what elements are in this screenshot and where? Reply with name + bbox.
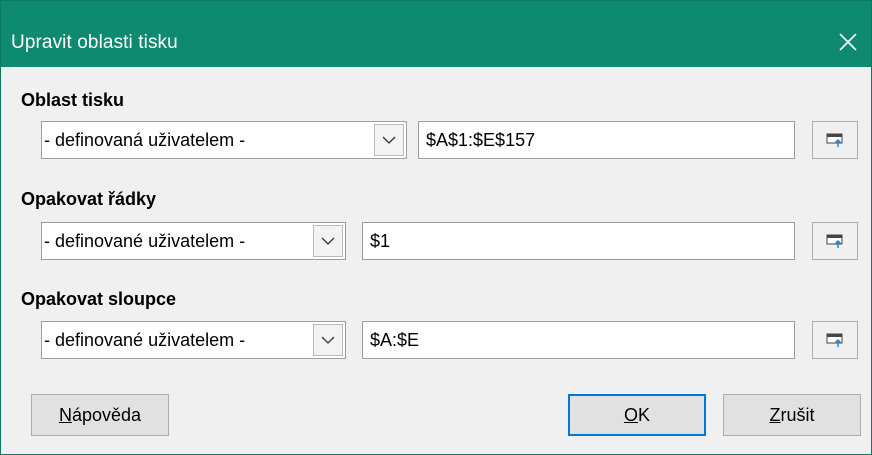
chevron-down-icon[interactable] (313, 225, 343, 257)
print-range-shrink-button[interactable] (812, 121, 858, 159)
repeat-rows-input-value: $1 (370, 231, 391, 251)
cancel-button-label: rušit (780, 404, 815, 425)
repeat-columns-dropdown[interactable]: - definované uživatelem - (41, 321, 346, 359)
help-button-label: ápověda (71, 404, 142, 425)
chevron-down-icon[interactable] (313, 324, 343, 356)
print-range-dropdown[interactable]: - definovaná uživatelem - (41, 121, 407, 159)
dialog-title: Upravit oblasti tisku (11, 32, 178, 53)
repeat-rows-shrink-button[interactable] (812, 222, 858, 260)
cancel-button[interactable]: Zrušit (723, 394, 861, 436)
repeat-rows-label: Opakovat řádky (21, 189, 157, 209)
title-bar: Upravit oblasti tisku (1, 1, 871, 67)
close-icon (839, 33, 857, 51)
shrink-icon (826, 333, 843, 347)
repeat-columns-shrink-button[interactable] (812, 321, 858, 359)
print-range-label: Oblast tisku (21, 90, 125, 110)
close-button[interactable] (825, 21, 871, 63)
repeat-rows-dropdown[interactable]: - definované uživatelem - (41, 222, 346, 260)
edit-print-ranges-dialog: Upravit oblasti tisku Oblast tisku - def… (0, 0, 872, 455)
repeat-columns-input-value: $A:$E (370, 330, 420, 350)
repeat-rows-dropdown-value: - definované uživatelem - (44, 231, 246, 251)
help-button-mnemonic: N (58, 404, 72, 425)
chevron-down-icon[interactable] (374, 124, 404, 156)
help-button[interactable]: Nápověda (31, 394, 169, 436)
print-range-input-value: $A$1:$E$157 (426, 130, 536, 150)
ok-button[interactable]: OK (568, 394, 706, 436)
shrink-icon (826, 234, 843, 248)
repeat-columns-dropdown-value: - definované uživatelem - (44, 330, 246, 350)
ok-button-mnemonic: O (623, 404, 638, 425)
repeat-rows-input[interactable]: $1 (362, 222, 795, 260)
print-range-dropdown-value: - definovaná uživatelem - (44, 130, 246, 150)
repeat-columns-input[interactable]: $A:$E (362, 321, 795, 359)
ok-button-label: K (638, 404, 651, 425)
print-range-input[interactable]: $A$1:$E$157 (418, 121, 795, 159)
repeat-columns-label: Opakovat sloupce (21, 289, 177, 309)
shrink-icon (826, 133, 843, 147)
cancel-button-mnemonic: Z (769, 404, 781, 425)
